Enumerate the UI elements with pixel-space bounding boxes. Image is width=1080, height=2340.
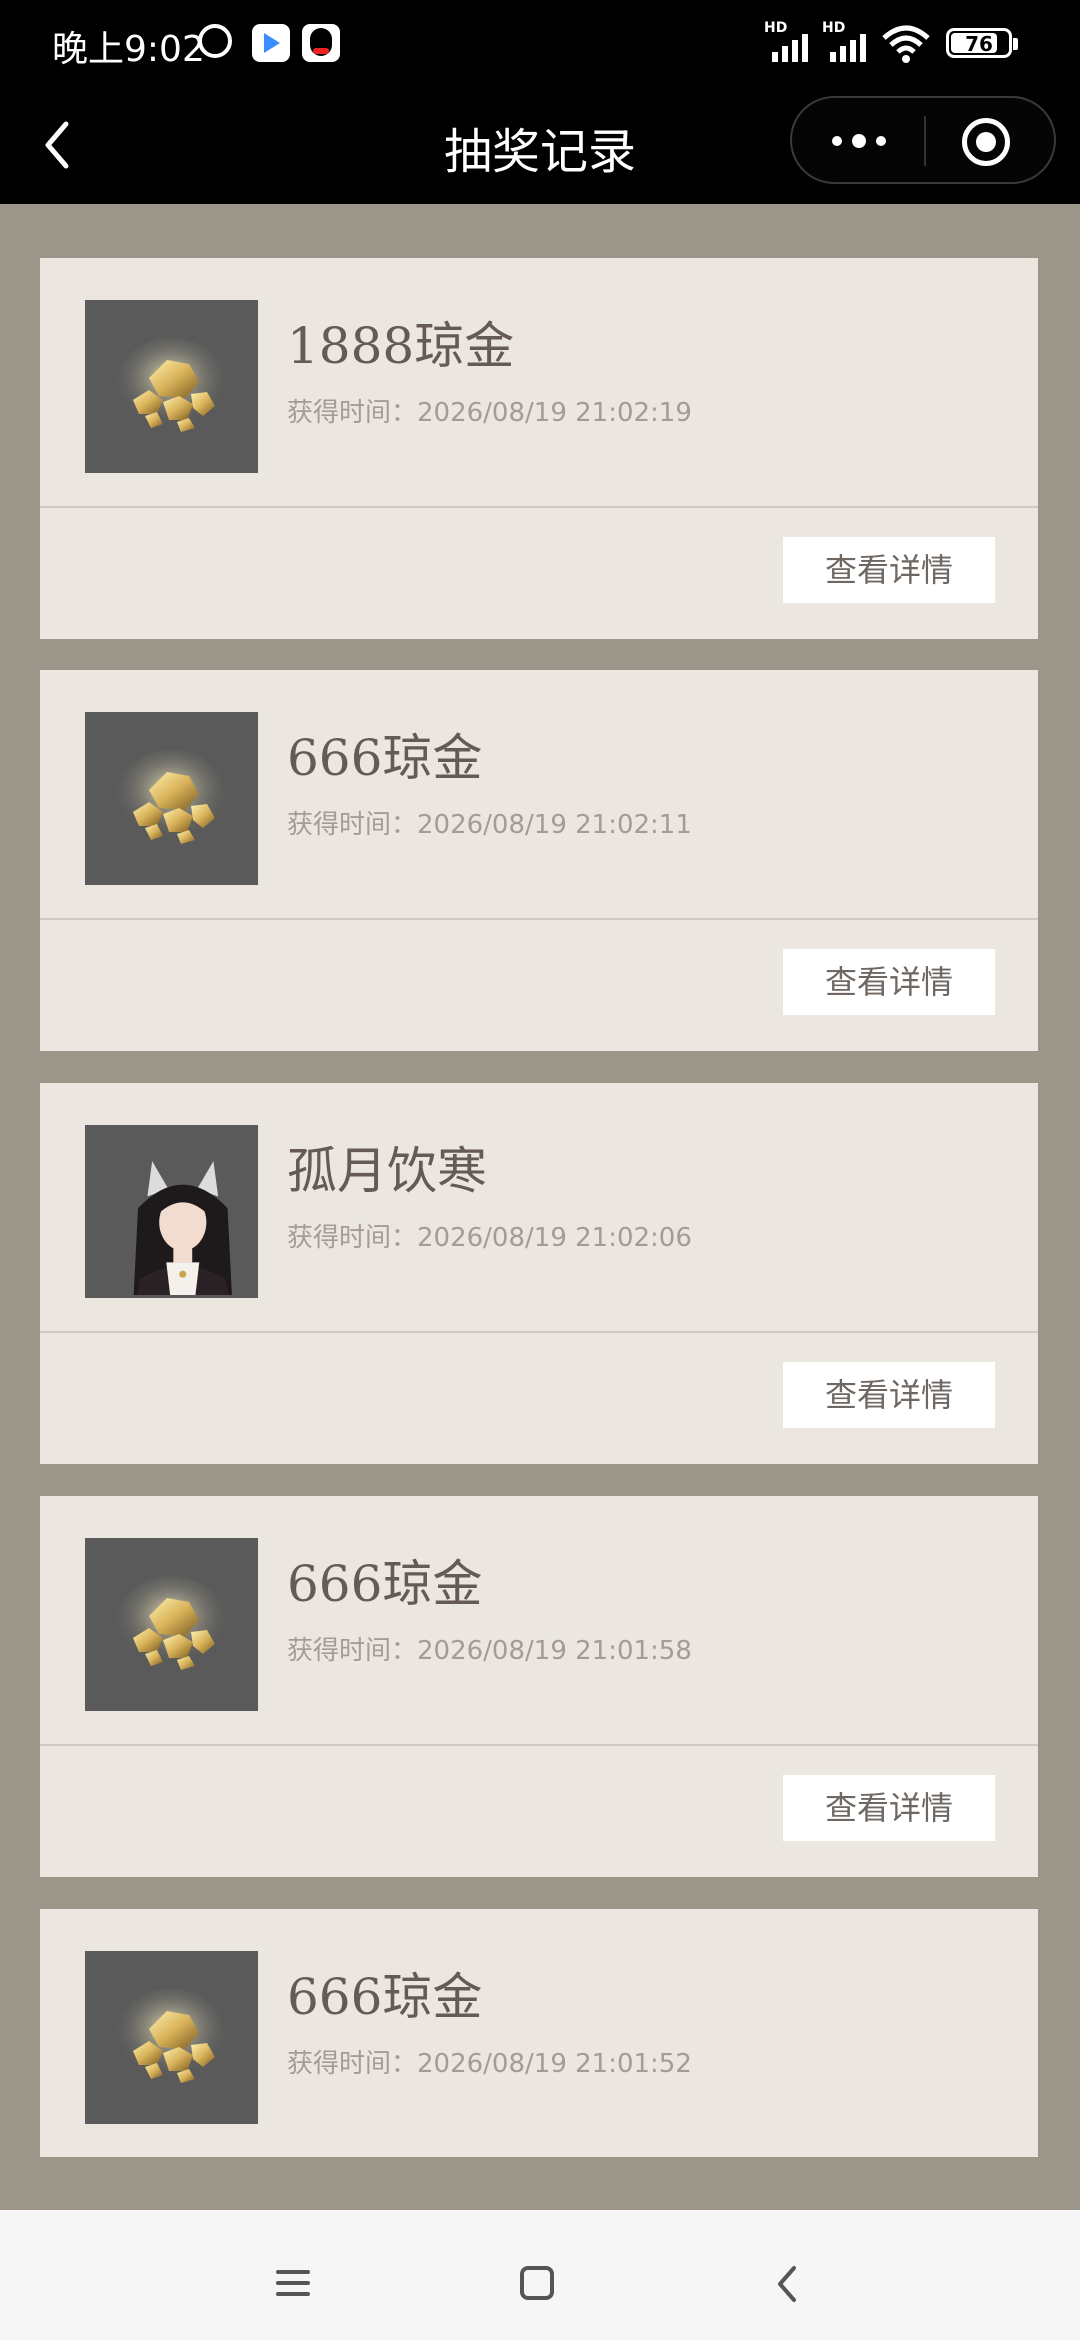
prize-time: 获得时间：2026/08/19 21:01:52 — [287, 2049, 692, 2079]
view-details-button[interactable]: 查看详情 — [783, 1775, 995, 1841]
prize-thumbnail — [85, 712, 258, 885]
battery-level: 76 — [965, 32, 993, 56]
prize-time: 获得时间：2026/08/19 21:01:58 — [287, 1636, 692, 1666]
prize-name: 1888琼金 — [287, 317, 515, 375]
prize-time: 获得时间：2026/08/19 21:02:11 — [287, 810, 692, 840]
character-avatar — [133, 1161, 232, 1295]
record-card: 666琼金 获得时间：2026/08/19 21:01:52 — [40, 1909, 1038, 2157]
record-summary: 666琼金 获得时间：2026/08/19 21:01:52 — [40, 1909, 1038, 2157]
record-card: 666琼金 获得时间：2026/08/19 21:02:11 查看详情 — [40, 670, 1038, 1051]
alarm-icon — [198, 24, 232, 58]
gold-icon — [117, 1989, 225, 2083]
record-summary: 666琼金 获得时间：2026/08/19 21:01:58 — [40, 1496, 1038, 1744]
home-icon[interactable] — [520, 2266, 554, 2300]
network-label: HD — [764, 20, 788, 36]
record-card: 1888琼金 获得时间：2026/08/19 21:02:19 查看详情 — [40, 258, 1038, 639]
divider — [40, 1744, 1038, 1746]
status-bar: 晚上9:02 HD HD 76 — [0, 0, 1080, 90]
prize-thumbnail — [85, 1951, 258, 2124]
record-summary: 孤月饮寒 获得时间：2026/08/19 21:02:06 — [40, 1083, 1038, 1331]
more-icon — [832, 136, 842, 146]
prize-thumbnail — [85, 1538, 258, 1711]
view-details-button[interactable]: 查看详情 — [783, 949, 995, 1015]
wifi-icon — [882, 25, 930, 63]
record-card: 孤月饮寒 获得时间：2026/08/19 21:02:06 查看详情 — [40, 1083, 1038, 1464]
battery-icon: 76 — [946, 28, 1012, 58]
qq-icon — [302, 24, 340, 62]
more-button[interactable] — [814, 112, 904, 170]
prize-time: 获得时间：2026/08/19 21:02:19 — [287, 398, 692, 428]
signal-icon: HD — [822, 20, 872, 62]
prize-name: 666琼金 — [287, 729, 483, 787]
signal-icon: HD — [764, 20, 814, 62]
prize-name: 孤月饮寒 — [287, 1142, 487, 1200]
record-summary: 1888琼金 获得时间：2026/08/19 21:02:19 — [40, 258, 1038, 506]
system-nav-bar — [0, 2210, 1080, 2340]
record-card: 666琼金 获得时间：2026/08/19 21:01:58 查看详情 — [40, 1496, 1038, 1877]
menu-icon[interactable] — [276, 2266, 310, 2300]
gold-icon — [117, 750, 225, 844]
back-icon[interactable] — [768, 2262, 808, 2306]
divider — [40, 1331, 1038, 1333]
prize-thumbnail — [85, 300, 258, 473]
network-label: HD — [822, 20, 846, 36]
app-icon — [252, 24, 290, 62]
divider — [40, 506, 1038, 508]
gold-icon — [117, 1576, 225, 1670]
record-summary: 666琼金 获得时间：2026/08/19 21:02:11 — [40, 670, 1038, 918]
status-time: 晚上9:02 — [52, 29, 205, 70]
view-details-button[interactable]: 查看详情 — [783, 1362, 995, 1428]
prize-name: 666琼金 — [287, 1555, 483, 1613]
divider — [40, 918, 1038, 920]
prize-name: 666琼金 — [287, 1968, 483, 2026]
view-details-button[interactable]: 查看详情 — [783, 537, 995, 603]
gold-icon — [117, 338, 225, 432]
prize-thumbnail — [85, 1125, 258, 1298]
prize-time: 获得时间：2026/08/19 21:02:06 — [287, 1223, 692, 1253]
miniprogram-capsule — [790, 96, 1056, 184]
close-button[interactable] — [962, 118, 1010, 166]
nav-header: 抽奖记录 — [0, 90, 1080, 204]
